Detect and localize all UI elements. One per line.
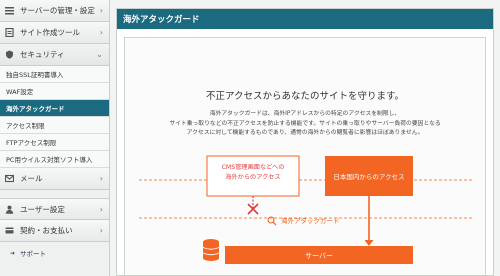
chevron-right-icon: › <box>99 174 103 183</box>
chevron-right-icon: › <box>99 205 103 214</box>
document-icon <box>5 28 14 37</box>
page-title: 海外アタックガード <box>117 9 493 29</box>
chevron-right-icon: › <box>99 6 103 15</box>
sidebar-item-ssl[interactable]: 独自SSL証明書導入 <box>0 66 109 83</box>
nav-site-tools[interactable]: サイト作成ツール › <box>0 22 109 44</box>
nav-server-management[interactable]: サーバーの管理・設定 › <box>0 0 109 22</box>
block-x-icon <box>247 203 259 215</box>
nav-site-tools-label: サイト作成ツール <box>20 28 80 37</box>
sidebar-item-ftp-restriction[interactable]: FTPアクセス制限 <box>0 134 109 151</box>
sidebar-item-label: WAF設定 <box>6 88 34 96</box>
nav-security[interactable]: セキュリティ ⌄ <box>0 44 109 66</box>
sidebar-item-label: PC用ウイルス対策ソフト導入 <box>6 156 93 164</box>
guard-label: 海外アタックガード <box>281 216 340 225</box>
nav-security-label: セキュリティ <box>20 50 65 59</box>
card-icon <box>5 226 14 235</box>
nav-contract-payment[interactable]: 契約・お支払い › <box>0 220 109 242</box>
chevron-right-icon: › <box>99 28 103 37</box>
main-content: 海外アタックガード 不正アクセスからあなたのサイトを守ります。 海外アタックガー… <box>116 8 494 276</box>
nav-server-management-label: サーバーの管理・設定 <box>20 6 95 15</box>
mail-icon <box>5 174 14 183</box>
nav-mail[interactable]: メール › <box>0 168 109 190</box>
support-link[interactable]: ➜ サポート <box>0 242 109 264</box>
chevron-down-icon: ⌄ <box>96 50 103 59</box>
overseas-access-label-2: 海外からのアクセス <box>225 173 280 181</box>
overseas-access-label-1: CMS管理画面などへの <box>222 163 285 171</box>
server-label: サーバー <box>305 252 333 260</box>
nav-user-settings-label: ユーザー設定 <box>20 204 65 214</box>
attack-guard-diagram: CMS管理画面などへの 海外からのアクセス 日本国内からのアクセス 海外アタック… <box>139 155 473 264</box>
domestic-access-label: 日本国内からのアクセス <box>333 172 404 181</box>
sidebar-item-attack-guard[interactable]: 海外アタックガード <box>0 100 109 117</box>
sidebar: サーバーの管理・設定 › サイト作成ツール › セキュリティ ⌄ 独自SSL証明… <box>0 0 110 276</box>
database-icon <box>202 239 220 261</box>
sidebar-item-label: FTPアクセス制限 <box>6 139 57 147</box>
sidebar-item-label: 海外アタックガード <box>6 105 65 113</box>
sidebar-item-antivirus[interactable]: PC用ウイルス対策ソフト導入 <box>0 151 109 168</box>
nav-user-settings[interactable]: ユーザー設定 › <box>0 198 109 220</box>
nav-mail-label: メール <box>20 174 43 183</box>
sidebar-item-label: アクセス制限 <box>6 122 45 130</box>
nav-contract-payment-label: 契約・お支払い <box>20 226 73 235</box>
sidebar-item-label: 独自SSL証明書導入 <box>6 71 64 79</box>
support-label: サポート <box>20 250 47 258</box>
sidebar-item-waf[interactable]: WAF設定 <box>0 83 109 100</box>
list-icon <box>5 6 14 15</box>
sidebar-item-access-restriction[interactable]: アクセス制限 <box>0 117 109 134</box>
shield-icon <box>5 50 14 59</box>
chevron-right-icon: › <box>99 226 103 235</box>
feature-panel: 不正アクセスからあなたのサイトを守ります。 海外アタックガードは、海外IPアドレ… <box>124 37 486 275</box>
user-icon <box>5 205 14 214</box>
arrow-right-icon: ➜ <box>10 249 16 257</box>
